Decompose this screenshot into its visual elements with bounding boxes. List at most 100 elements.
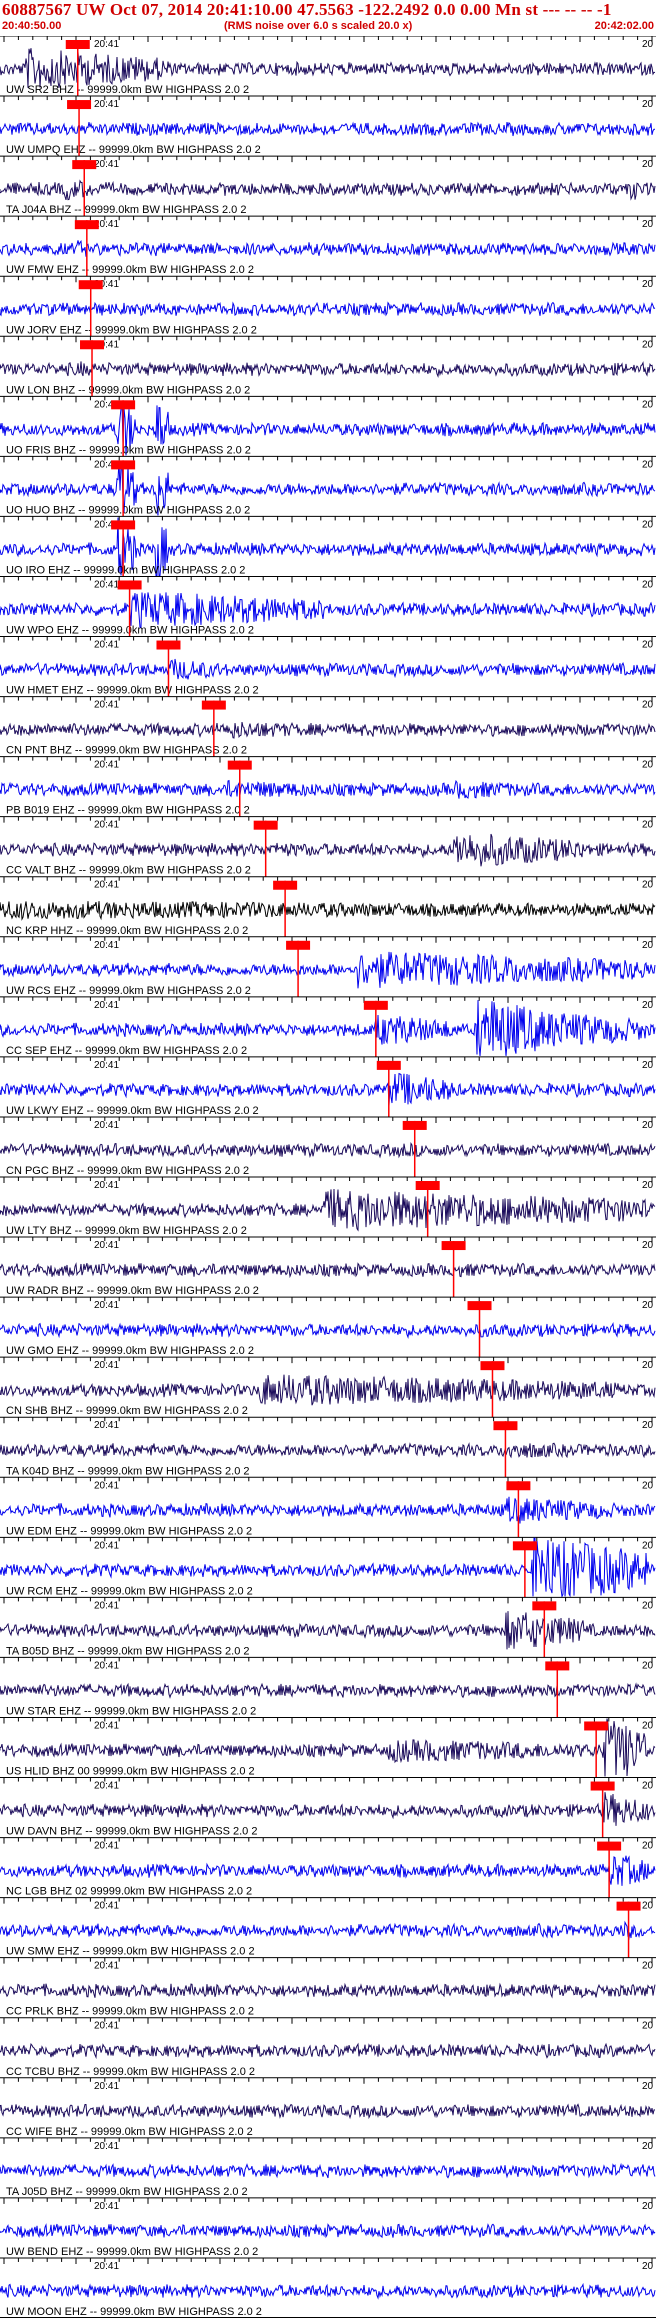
trace-row: 20:41 20 UW LTY BHZ -- 99999.0km BW HIGHPA…	[0, 1176, 656, 1238]
minute-label: 20:41	[94, 1720, 119, 1731]
scale-note: (RMS noise over 6.0 s scaled 20.0 x)	[224, 20, 413, 32]
minute-label: 20:41	[94, 1240, 119, 1251]
waveform	[0, 901, 656, 921]
trace-row: 20:41 20 UW LKWY EHZ -- 99999.0km BW HIGHP…	[0, 1056, 656, 1117]
channel-label: UW BEND EHZ -- 99999.0km BW HIGHPASS 2.0…	[6, 2246, 258, 2258]
channel-label: CC WIFE BHZ -- 99999.0km BW HIGHPASS 2.0…	[6, 2126, 253, 2138]
minute-label: 20:41	[94, 1660, 119, 1671]
trace-row: 20:41 20 UW SMW EHZ -- 99999.0km BW HIGHPA…	[0, 1897, 656, 1958]
trace-row: 20:41 20 UW STAR EHZ -- 99999.0km BW HIGHP…	[0, 1656, 656, 1718]
waveform	[0, 1442, 656, 1459]
trace-row: 20:41 20UW LON BHZ -- 99999.0km BW HIGHPA…	[0, 335, 656, 397]
trace-row: 20:41 20 PB B019 EHZ -- 99999.0km BW HIGHP…	[0, 756, 656, 817]
minute-label: 20:41	[94, 1360, 119, 1371]
trace-row: 20:41 20 NC LGB BHZ 02 99999.0km BW HIGHPA…	[0, 1837, 656, 1898]
minute-label: 20:41	[94, 579, 119, 590]
waveform	[0, 1321, 656, 1340]
waveform	[0, 721, 656, 739]
tick-label: 20	[642, 760, 654, 771]
waveform	[0, 951, 656, 989]
channel-label: US HLID BHZ 00 99999.0km BW HIGHPASS 2.0…	[6, 1766, 255, 1778]
tick-label: 20	[642, 519, 654, 530]
tick-label: 20	[642, 2141, 654, 2152]
trace-row: 20:41 20 UW UMPQ EHZ -- 99999.0km BW HIGHP…	[0, 95, 656, 157]
waveform	[0, 1188, 656, 1232]
tick-label: 20	[642, 1540, 654, 1551]
tick-label: 20	[642, 640, 654, 651]
channel-label: UW GMO EHZ -- 99999.0km BW HIGHPASS 2.0 …	[6, 1345, 254, 1357]
trace-row: 20:41 20 CN SHB BHZ -- 99999.0km BW HIGHPA…	[0, 1356, 656, 1418]
trace-row: 20:41 20 CC SEP EHZ -- 99999.0km BW HIGHPA…	[0, 996, 656, 1057]
trace-row: 20:41 20 UW HMET EHZ -- 99999.0km BW HIGHP…	[0, 636, 656, 697]
record-header: 60887567 UW Oct 07, 2014 20:41:10.00 47.…	[0, 0, 656, 36]
minute-label: 20:41	[94, 2141, 119, 2152]
tick-label: 20	[642, 2201, 654, 2212]
minute-label: 20:41	[94, 640, 119, 651]
tick-label: 20	[642, 1781, 654, 1792]
waveform	[0, 1920, 656, 1941]
waveform	[0, 1374, 656, 1406]
channel-label: UW LKWY EHZ -- 99999.0km BW HIGHPASS 2.0…	[6, 1105, 259, 1117]
channel-label: UW RCS EHZ -- 99999.0km BW HIGHPASS 2.0 …	[6, 985, 251, 997]
channel-label: UO FRIS BHZ -- 99999.0km BW HIGHPASS 2.0…	[6, 444, 251, 456]
tick-label: 20	[642, 2081, 654, 2092]
channel-label: UW HMET EHZ -- 99999.0km BW HIGHPASS 2.0…	[6, 685, 259, 697]
channel-label: UW JORV EHZ -- 99999.0km BW HIGHPASS 2.0…	[6, 324, 257, 336]
tick-label: 20	[642, 1360, 654, 1371]
channel-label: TA J05D BHZ -- 99999.0km BW HIGHPASS 2.0…	[6, 2186, 248, 2198]
waveform	[0, 1496, 656, 1524]
minute-label: 20:41	[94, 1841, 119, 1852]
tick-label: 20	[642, 99, 654, 110]
trace-row: 20:41 20UO HUO BHZ -- 99999.0km BW HIGHPA…	[0, 455, 656, 517]
channel-label: TA K04D BHZ -- 99999.0km BW HIGHPASS 2.0…	[6, 1465, 250, 1477]
minute-label: 20:41	[94, 1600, 119, 1611]
tick-label: 20	[642, 1300, 654, 1311]
channel-label: CN PNT BHZ -- 99999.0km BW HIGHPASS 2.0 …	[6, 745, 247, 757]
trace-row: 20:41 20 TA J04A BHZ -- 99999.0km BW HIGHP…	[0, 155, 656, 217]
tick-label: 20	[642, 399, 654, 410]
trace-row: 20:41 20 UW RADR BHZ -- 99999.0km BW HIGHP…	[0, 1236, 656, 1298]
channel-label: UW MOON EHZ -- 99999.0km BW HIGHPASS 2.0…	[6, 2306, 262, 2318]
channel-label: UW EDM EHZ -- 99999.0km BW HIGHPASS 2.0 …	[6, 1525, 252, 1537]
waveform	[0, 1792, 656, 1826]
waveform	[0, 779, 656, 799]
trace-row: 20:41 20UO FRIS BHZ -- 99999.0km BW HIGHP…	[0, 395, 656, 457]
minute-label: 20:41	[94, 1480, 119, 1491]
minute-label: 20:41	[94, 940, 119, 951]
trace-row: 20:41 20 UW RCS EHZ -- 99999.0km BW HIGHPA…	[0, 936, 656, 997]
minute-label: 20:41	[94, 1300, 119, 1311]
trace-row: 20:41 20 UW BEND EHZ -- 99999.0km BW HIGHP…	[0, 2197, 656, 2258]
minute-label: 20:41	[94, 1000, 119, 1011]
channel-label: CC TCBU BHZ -- 99999.0km BW HIGHPASS 2.0…	[6, 2066, 255, 2078]
channel-label: UW UMPQ EHZ -- 99999.0km BW HIGHPASS 2.0…	[6, 144, 261, 156]
event-title: 60887567 UW Oct 07, 2014 20:41:10.00 47.…	[2, 0, 612, 19]
minute-label: 20:41	[94, 820, 119, 831]
channel-label: PB B019 EHZ -- 99999.0km BW HIGHPASS 2.0…	[6, 805, 250, 817]
waveform	[0, 121, 655, 137]
end-time: 20:42:02.00	[594, 20, 654, 32]
trace-row: 20:41 20 NC KRP HHZ -- 99999.0km BW HIGHPA…	[0, 876, 656, 937]
channel-label: NC LGB BHZ 02 99999.0km BW HIGHPASS 2.0 …	[6, 1886, 252, 1898]
channel-label: UW RCM EHZ -- 99999.0km BW HIGHPASS 2.0 …	[6, 1585, 253, 1597]
tick-label: 20	[642, 1600, 654, 1611]
trace-row: 20:41 20 US HLID BHZ 00 99999.0km BW HIGHP…	[0, 1716, 656, 1778]
channel-label: UW DAVN BHZ -- 99999.0km BW HIGHPASS 2.0…	[6, 1826, 257, 1838]
channel-label: CC VALT BHZ -- 99999.0km BW HIGHPASS 2.0…	[6, 865, 251, 877]
waveform	[0, 658, 656, 680]
channel-label: CC PRLK BHZ -- 99999.0km BW HIGHPASS 2.0…	[6, 2006, 254, 2018]
tick-label: 20	[642, 1180, 654, 1191]
channel-label: UW STAR EHZ -- 99999.0km BW HIGHPASS 2.0…	[6, 1705, 256, 1717]
minute-label: 20:41	[94, 2261, 119, 2272]
trace-row: 20:41 20UW JORV EHZ -- 99999.0km BW HIGHP…	[0, 275, 656, 337]
minute-label: 20:41	[94, 159, 119, 170]
tick-label: 20	[642, 940, 654, 951]
channel-label: UW SR2 BHZ -- 99999.0km BW HIGHPASS 2.0 …	[6, 84, 249, 96]
start-time: 20:40:50.00	[2, 20, 62, 32]
minute-label: 20:41	[94, 2021, 119, 2032]
trace-row: 20:41 20 CC PRLK BHZ -- 99999.0km BW HIGHP…	[0, 1957, 656, 2018]
minute-label: 20:41	[94, 1120, 119, 1131]
tick-label: 20	[642, 880, 654, 891]
channel-label: CC SEP EHZ -- 99999.0km BW HIGHPASS 2.0 …	[6, 1045, 247, 1057]
minute-label: 20:41	[94, 2201, 119, 2212]
channel-label: TA J04A BHZ -- 99999.0km BW HIGHPASS 2.0…	[6, 204, 246, 216]
